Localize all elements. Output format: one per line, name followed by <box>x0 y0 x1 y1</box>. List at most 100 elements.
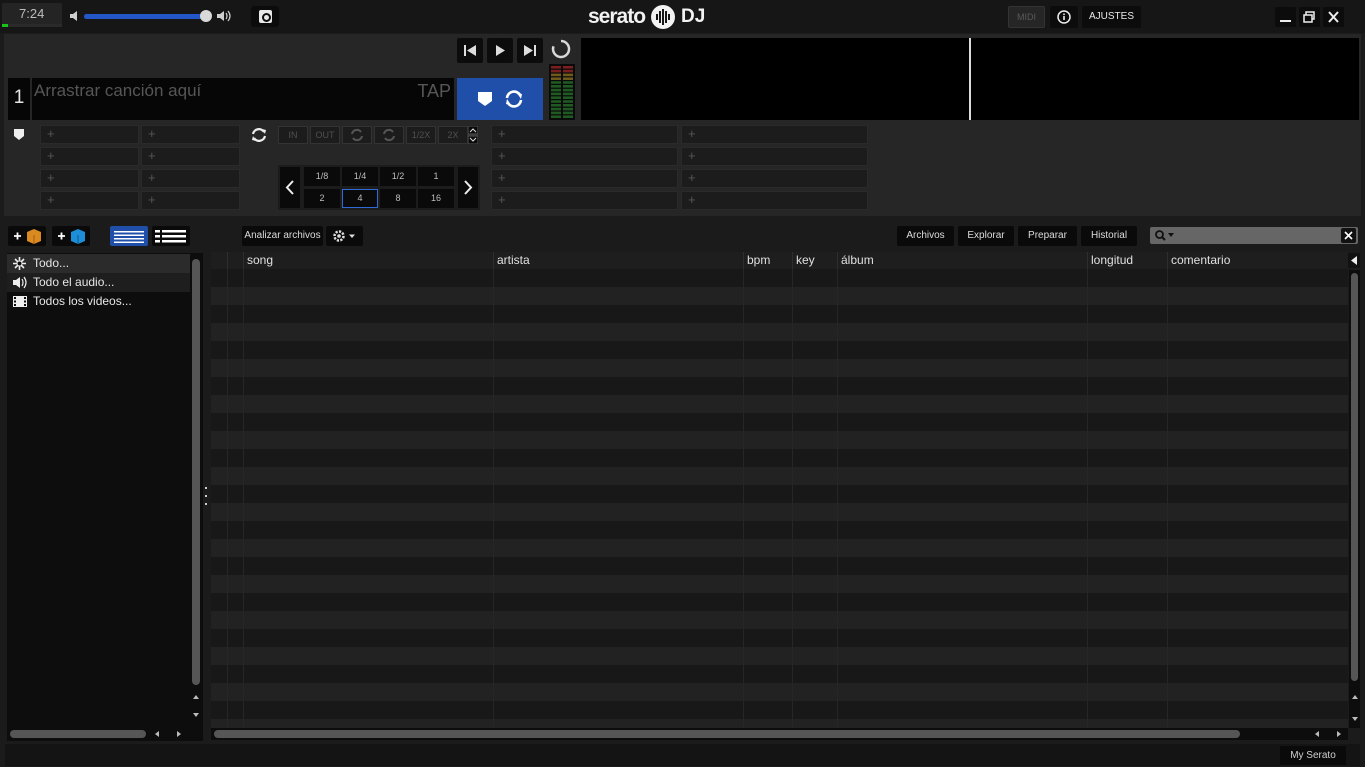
auto-loop-next-button[interactable] <box>458 167 478 208</box>
my-serato-button[interactable]: My Serato <box>1280 746 1346 765</box>
add-smart-crate-button[interactable] <box>52 226 90 246</box>
next-track-button[interactable] <box>517 38 543 63</box>
previous-track-button[interactable] <box>457 38 483 63</box>
table-row[interactable] <box>211 719 1348 728</box>
cue-point-slot-5[interactable]: + <box>40 169 139 188</box>
table-hscroll-arrows-icon[interactable] <box>1310 729 1346 739</box>
add-crate-button[interactable] <box>8 226 46 246</box>
table-row[interactable] <box>211 629 1348 647</box>
tap-button[interactable]: TAP <box>417 81 451 102</box>
column-header-key[interactable]: key <box>792 252 837 269</box>
loop-stepper-icon[interactable] <box>468 126 478 144</box>
cue-point-slot-11[interactable]: + <box>491 147 678 166</box>
info-button[interactable] <box>1050 6 1078 28</box>
column-header-album[interactable]: álbum <box>837 252 1087 269</box>
table-row[interactable] <box>211 575 1348 593</box>
loop-double-button[interactable]: 2X <box>438 126 468 144</box>
sidebar-hscroll-arrows-icon[interactable] <box>152 729 188 739</box>
cue-point-slot-6[interactable]: + <box>141 169 240 188</box>
table-row[interactable] <box>211 539 1348 557</box>
tab-historial[interactable]: Historial <box>1081 226 1137 246</box>
scrollbar-thumb[interactable] <box>10 730 146 738</box>
analyze-files-button[interactable]: Analizar archivos <box>242 226 323 246</box>
auto-loop-4-button[interactable]: 4 <box>342 189 378 208</box>
auto-loop-1-8-button[interactable]: 1/8 <box>304 167 340 186</box>
cue-point-slot-1[interactable]: + <box>40 125 139 144</box>
search-input[interactable] <box>1150 227 1358 244</box>
minimize-button[interactable] <box>1275 7 1296 27</box>
scrollbar-thumb[interactable] <box>1351 273 1358 681</box>
table-row[interactable] <box>211 467 1348 485</box>
loop-half-button[interactable]: 1/2X <box>406 126 436 144</box>
midi-button[interactable]: MIDI <box>1008 6 1045 28</box>
track-drop-zone[interactable]: Arrastrar canción aquí TAP <box>32 78 454 120</box>
auto-loop-1-button[interactable]: 1 <box>418 167 454 186</box>
auto-loop-2-button[interactable]: 2 <box>304 189 340 208</box>
view-list-detail-button[interactable] <box>152 226 190 246</box>
settings-button[interactable]: AJUSTES <box>1082 6 1141 28</box>
cue-point-slot-8[interactable]: + <box>141 191 240 210</box>
table-row[interactable] <box>211 593 1348 611</box>
table-row[interactable] <box>211 557 1348 575</box>
volume-slider-thumb[interactable] <box>200 10 212 22</box>
tab-archivos[interactable]: Archivos <box>897 226 954 246</box>
cue-point-slot-10[interactable]: + <box>681 125 868 144</box>
cue-point-slot-15[interactable]: + <box>491 191 678 210</box>
cue-point-slot-16[interactable]: + <box>681 191 868 210</box>
sidebar-scroll-arrows-icon[interactable] <box>191 690 201 722</box>
table-row[interactable] <box>211 503 1348 521</box>
sidebar-scrollbar[interactable] <box>190 255 202 730</box>
table-row[interactable] <box>211 323 1348 341</box>
table-row[interactable] <box>211 449 1348 467</box>
cue-point-slot-14[interactable]: + <box>681 169 868 188</box>
table-row[interactable] <box>211 485 1348 503</box>
column-header-prep[interactable] <box>227 252 243 269</box>
sync-icon[interactable] <box>503 89 525 109</box>
cue-point-slot-13[interactable]: + <box>491 169 678 188</box>
table-row[interactable] <box>211 413 1348 431</box>
auto-loop-prev-button[interactable] <box>280 167 300 208</box>
table-scrollbar[interactable] <box>1349 270 1360 728</box>
auto-loop-1-2-button[interactable]: 1/2 <box>380 167 416 186</box>
cue-point-slot-4[interactable]: + <box>141 147 240 166</box>
table-row[interactable] <box>211 611 1348 629</box>
play-button[interactable] <box>487 38 513 63</box>
volume-slider[interactable] <box>84 14 206 19</box>
loop-toggle-button[interactable] <box>374 126 404 144</box>
loop-sync-icon[interactable] <box>250 126 268 144</box>
cue-flag-icon[interactable] <box>477 91 493 107</box>
tab-preparar[interactable]: Preparar <box>1018 226 1077 246</box>
quantize-button[interactable] <box>251 6 279 27</box>
table-row[interactable] <box>211 341 1348 359</box>
volume-down-icon[interactable] <box>70 11 78 21</box>
table-row[interactable] <box>211 431 1348 449</box>
tab-explorar[interactable]: Explorar <box>958 226 1014 246</box>
table-row[interactable] <box>211 701 1348 719</box>
auto-loop-16-button[interactable]: 16 <box>418 189 454 208</box>
column-menu-arrow-icon[interactable] <box>1348 253 1360 268</box>
sidebar-item-audio[interactable]: Todo el audio... <box>7 273 190 292</box>
column-header-status[interactable] <box>211 252 227 269</box>
cue-point-slot-7[interactable]: + <box>40 191 139 210</box>
table-row[interactable] <box>211 647 1348 665</box>
volume-up-icon[interactable] <box>217 10 231 22</box>
cue-marker-icon[interactable] <box>13 128 25 141</box>
column-header-artista[interactable]: artista <box>493 252 743 269</box>
table-row[interactable] <box>211 359 1348 377</box>
column-header-longitud[interactable]: longitud <box>1087 252 1167 269</box>
cue-point-slot-9[interactable]: + <box>491 125 678 144</box>
table-row[interactable] <box>211 395 1348 413</box>
close-button[interactable] <box>1323 7 1344 27</box>
table-row[interactable] <box>211 377 1348 395</box>
table-scroll-arrows-icon[interactable] <box>1350 690 1360 726</box>
cue-point-slot-3[interactable]: + <box>40 147 139 166</box>
panel-resize-handle-icon[interactable] <box>203 484 209 508</box>
cue-point-slot-12[interactable]: + <box>681 147 868 166</box>
clear-search-icon[interactable] <box>1341 228 1356 243</box>
loop-out-button[interactable]: OUT <box>310 126 340 144</box>
column-header-bpm[interactable]: bpm <box>743 252 792 269</box>
library-options-button[interactable] <box>326 226 363 246</box>
scrollbar-thumb[interactable] <box>214 730 1240 738</box>
scrollbar-thumb[interactable] <box>192 259 200 685</box>
table-row[interactable] <box>211 665 1348 683</box>
